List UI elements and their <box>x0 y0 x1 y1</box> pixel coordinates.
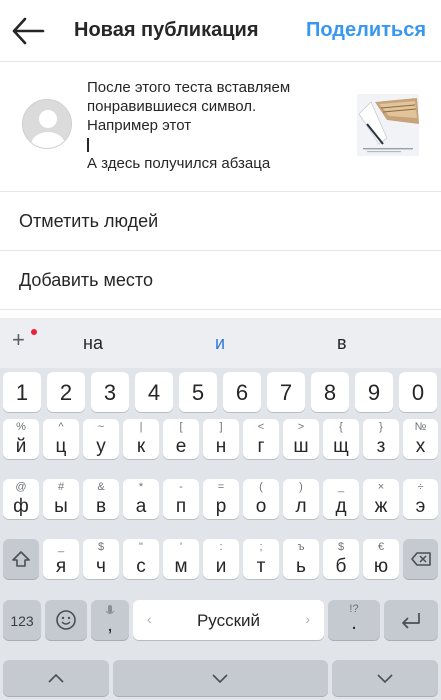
numbers-key[interactable]: 123 <box>3 600 41 640</box>
key-letter[interactable]: * а <box>123 479 159 519</box>
key-letter[interactable]: | к <box>123 419 159 459</box>
key-letter[interactable]: < г <box>243 419 279 459</box>
key-letter[interactable]: _ я <box>43 539 79 579</box>
enter-arrow-icon <box>402 613 420 629</box>
key-letter[interactable]: :и <box>203 539 239 579</box>
shift-key[interactable] <box>3 539 39 579</box>
key-letter[interactable]: € ю <box>363 539 399 579</box>
backspace-key[interactable] <box>403 539 438 579</box>
suggestion-item[interactable]: и <box>215 333 225 354</box>
emoji-key[interactable] <box>45 600 87 640</box>
key-1[interactable]: 1 <box>3 372 41 412</box>
add-location-label: Добавить место <box>19 270 153 290</box>
caption-line: А здесь получился абзаца <box>87 155 271 172</box>
key-letter[interactable]: × ж <box>363 479 399 519</box>
chevron-up-icon <box>48 673 64 683</box>
clipboard-button[interactable] <box>113 660 328 696</box>
page-title: Новая публикация <box>74 19 259 41</box>
key-letter[interactable]: $ ч <box>83 539 119 579</box>
key-letter[interactable]: } з <box>363 419 399 459</box>
suggestion-item[interactable]: в <box>337 333 347 354</box>
toolbar-plus-icon[interactable]: + <box>12 327 25 353</box>
keyboard: + на и в 1 2 3 4 5 6 7 8 9 0 % й ^ ц ~ у | к… <box>0 318 441 700</box>
key-2[interactable]: 2 <box>47 372 85 412</box>
text-cursor <box>87 138 89 153</box>
key-letter[interactable]: ~ у <box>83 419 119 459</box>
key-6[interactable]: 6 <box>223 372 261 412</box>
comma-key[interactable]: , <box>91 600 129 640</box>
notification-dot <box>31 329 37 335</box>
key-letter[interactable]: > ш <box>283 419 319 459</box>
key-9[interactable]: 9 <box>355 372 393 412</box>
key-letter[interactable]: № х <box>403 419 438 459</box>
post-composer: После этого теста вставляем понравившиес… <box>0 63 441 192</box>
top-bar: Новая публикация Поделиться <box>0 0 441 62</box>
share-button[interactable]: Поделиться <box>306 19 426 42</box>
key-letter[interactable]: ' м <box>163 539 199 579</box>
key-letter[interactable]: ÷ э <box>403 479 438 519</box>
key-letter[interactable]: ) л <box>283 479 319 519</box>
key-0[interactable]: 0 <box>399 372 437 412</box>
key-letter[interactable]: [е <box>163 419 199 459</box>
key-letter[interactable]: & в <box>83 479 119 519</box>
hide-keyboard-button[interactable] <box>332 660 438 696</box>
key-7[interactable]: 7 <box>267 372 305 412</box>
space-key[interactable]: ‹ Русский › <box>133 600 324 640</box>
back-arrow-icon <box>12 17 45 45</box>
key-5[interactable]: 5 <box>179 372 217 412</box>
key-letter[interactable]: ; т <box>243 539 279 579</box>
key-letter[interactable]: ъь <box>283 539 319 579</box>
caption-line: Например этот <box>87 117 192 134</box>
caption-line-cursor <box>87 135 343 154</box>
period-key[interactable]: !? . <box>328 600 380 640</box>
space-language-label: Русский <box>196 611 261 630</box>
add-location-row[interactable]: Добавить место <box>0 251 441 310</box>
key-letter[interactable]: $ б <box>323 539 359 579</box>
key-4[interactable]: 4 <box>135 372 173 412</box>
caption-input[interactable]: После этого теста вставляем понравившиес… <box>87 78 343 173</box>
key-letter[interactable]: = р <box>203 479 239 519</box>
emoji-icon <box>56 610 76 630</box>
enter-key[interactable] <box>384 600 438 640</box>
key-letter[interactable]: " с <box>123 539 159 579</box>
back-button[interactable] <box>10 14 46 48</box>
default-avatar-icon <box>23 100 71 148</box>
key-letter[interactable]: -п <box>163 479 199 519</box>
tag-people-row[interactable]: Отметить людей <box>0 192 441 251</box>
chevron-down-icon <box>377 674 393 684</box>
chevron-down-icon <box>212 674 228 684</box>
avatar <box>22 99 72 149</box>
key-letter[interactable]: (о <box>243 479 279 519</box>
caption-line: понравившиеся символ. <box>87 98 257 115</box>
collapse-keyboard-button[interactable] <box>3 660 109 696</box>
suggestion-item[interactable]: на <box>83 333 103 354</box>
key-letter[interactable]: _ д <box>323 479 359 519</box>
key-letter[interactable]: % й <box>3 419 39 459</box>
key-8[interactable]: 8 <box>311 372 349 412</box>
key-3[interactable]: 3 <box>91 372 129 412</box>
post-thumbnail[interactable] <box>357 94 419 156</box>
system-nav-bar <box>0 658 441 700</box>
suggestion-bar: + на и в <box>0 318 441 368</box>
key-letter[interactable]: @ ф <box>3 479 39 519</box>
key-letter[interactable]: ^ ц <box>43 419 79 459</box>
key-letter[interactable]: # ы <box>43 479 79 519</box>
chevron-right-icon: › <box>305 611 310 627</box>
shift-icon <box>12 551 30 567</box>
tag-people-label: Отметить людей <box>19 211 159 231</box>
backspace-icon <box>411 552 431 566</box>
key-letter[interactable]: {щ <box>323 419 359 459</box>
caption-line: После этого теста вставляем <box>87 79 291 96</box>
thumbnail-image <box>357 94 419 156</box>
key-letter[interactable]: ] н <box>203 419 239 459</box>
